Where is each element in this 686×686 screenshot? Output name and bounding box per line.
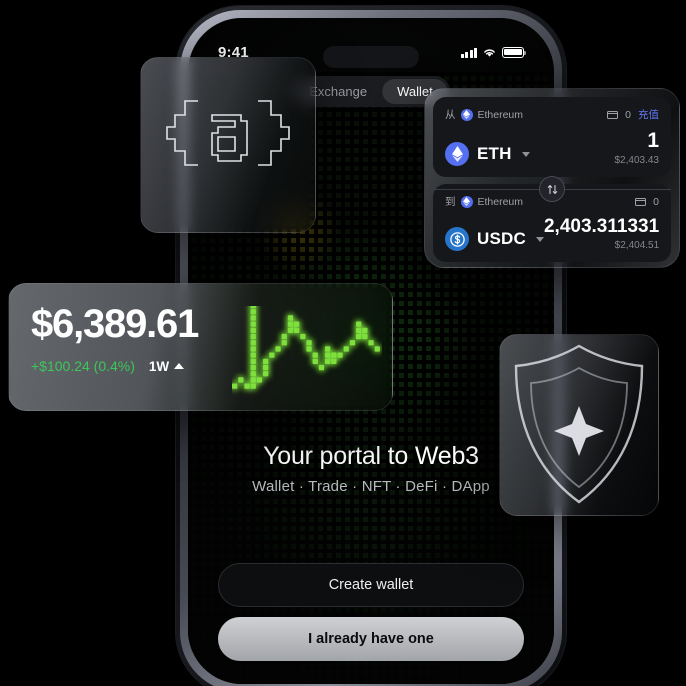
cellular-bars-icon — [460, 47, 477, 58]
code-feature-card[interactable] — [140, 57, 316, 233]
to-token-symbol: USDC — [477, 229, 526, 248]
swap-vertical-icon — [547, 184, 557, 194]
to-amount: 2,403.311331 — [543, 216, 660, 237]
wifi-icon — [484, 48, 495, 57]
swap-direction-button[interactable] — [539, 176, 565, 202]
ethereum-chain-icon — [460, 108, 473, 121]
screenshot-stage: 9:41 Exchange Wallet Your portal to Web3… — [0, 0, 686, 686]
ethereum-coin-icon — [445, 142, 469, 166]
to-chain-name: Ethereum — [477, 195, 524, 208]
card-icon — [607, 110, 619, 119]
from-token-symbol: ETH — [477, 144, 512, 163]
swap-from-row[interactable]: 从 Ethereum 0 充值 ETH 1 $2,403.43 — [433, 97, 671, 177]
balance-card[interactable]: $6,389.61 +$100.24 (0.4%) 1W — [8, 283, 393, 411]
chevron-down-icon[interactable] — [535, 236, 544, 242]
from-direction-label: 从 — [445, 109, 456, 121]
from-chain-name: Ethereum — [477, 108, 524, 121]
to-fiat-value: $2,404.51 — [614, 240, 660, 251]
to-token-selector[interactable]: USDC — [445, 227, 544, 251]
battery-full-icon — [502, 46, 526, 58]
range-selector[interactable]: 1W — [148, 358, 185, 374]
balance-delta: +$100.24 (0.4%) — [31, 358, 135, 374]
from-fiat-value: $2,403.43 — [614, 155, 660, 166]
to-card-count: 0 — [653, 195, 659, 208]
code-braces-a-icon — [166, 100, 290, 166]
range-label: 1W — [148, 358, 170, 374]
topup-link[interactable]: 充值 — [638, 107, 659, 122]
from-amount: 1 — [647, 129, 659, 152]
shield-sparkle-icon — [514, 344, 644, 504]
ethereum-chain-icon — [460, 195, 473, 208]
chevron-down-icon[interactable] — [521, 151, 530, 157]
caret-up-icon — [174, 363, 185, 369]
card-icon — [635, 197, 647, 206]
to-chain-info: 到 Ethereum — [445, 194, 523, 209]
security-feature-card[interactable] — [499, 334, 659, 516]
usdc-coin-icon — [445, 227, 469, 251]
swap-card[interactable]: 从 Ethereum 0 充值 ETH 1 $2,403.43 到 Ethere… — [424, 88, 680, 268]
to-direction-label: 到 — [445, 196, 456, 208]
from-chain-info: 从 Ethereum — [445, 107, 523, 122]
from-token-selector[interactable]: ETH — [445, 142, 530, 166]
cta-group: Create wallet I already have one — [218, 563, 524, 661]
create-wallet-button[interactable]: Create wallet — [218, 563, 524, 607]
pixel-sparkline-icon — [232, 306, 380, 389]
already-have-one-button[interactable]: I already have one — [218, 617, 524, 661]
from-card-count: 0 — [625, 108, 631, 121]
